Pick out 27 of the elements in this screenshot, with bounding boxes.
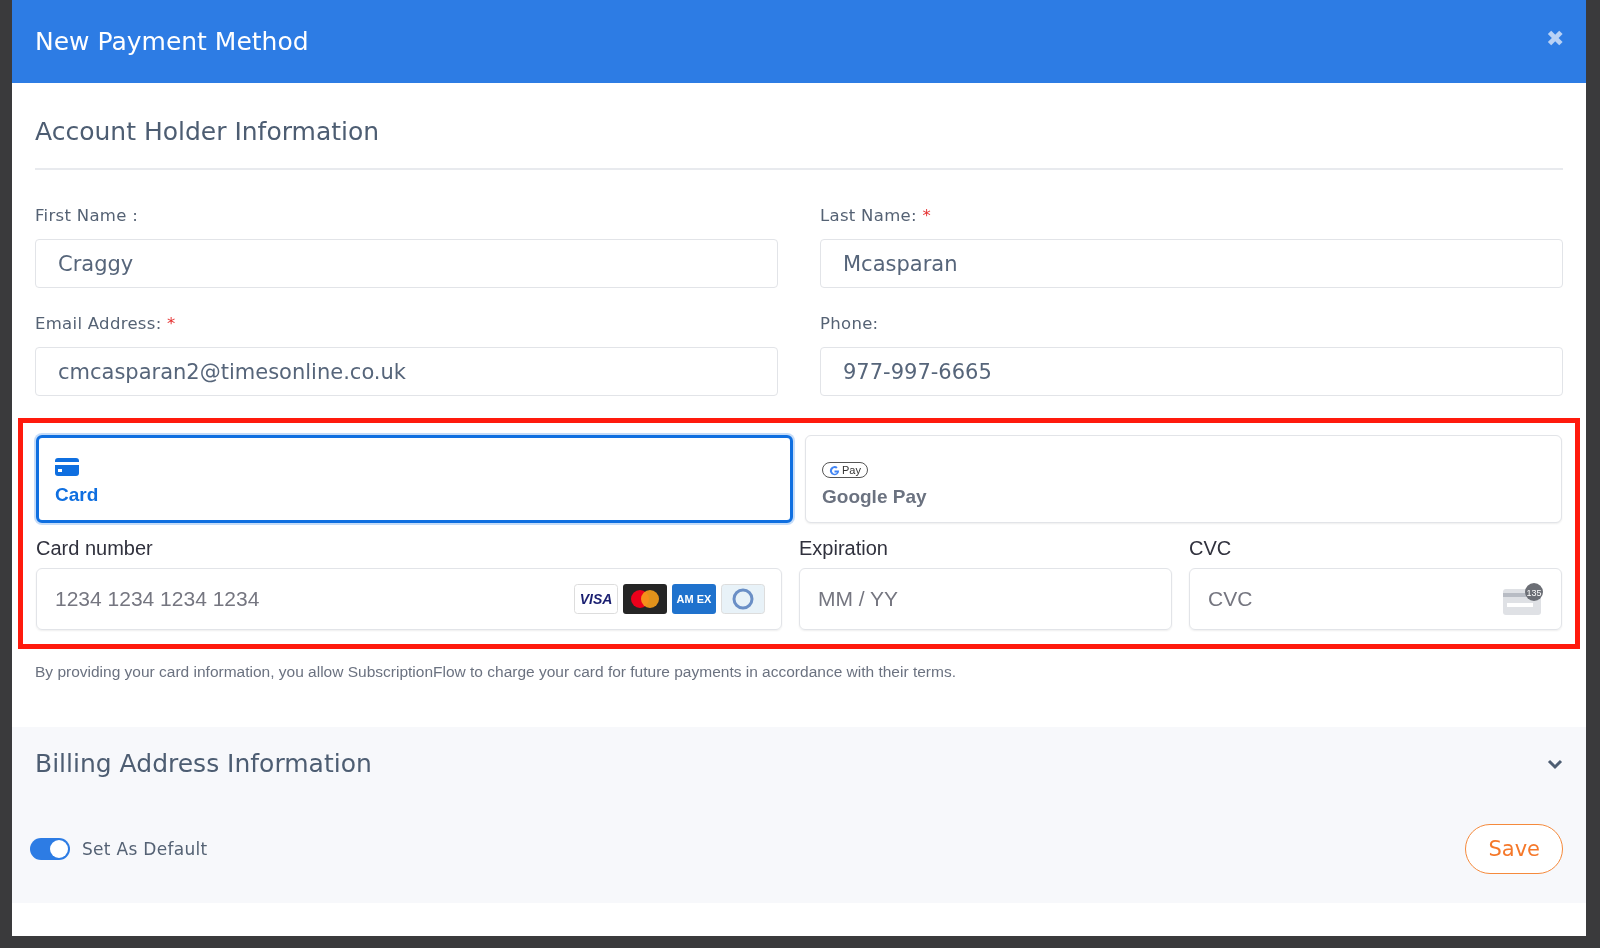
payment-method-tab[interactable]: Card	[36, 435, 793, 523]
diners-logo	[721, 584, 765, 614]
payment-method-tab[interactable]: Pay Google Pay	[805, 435, 1562, 523]
section-title: Account Holder Information	[35, 117, 381, 146]
billing-section-toggle[interactable]: Billing Address Information	[35, 749, 1563, 778]
visa-logo: VISA	[574, 584, 618, 614]
card-number-field[interactable]: 1234 1234 1234 1234 VISA AM EX	[36, 568, 782, 630]
mastercard-logo	[623, 584, 667, 614]
input-field[interactable]: Mcasparan	[820, 239, 1563, 288]
toggle-label: Set As Default	[82, 839, 208, 859]
field-label: CVC	[1189, 537, 1233, 560]
cvc-field[interactable]: CVC 135	[1189, 568, 1562, 630]
card-consent-text: By providing your card information, you allow SubscriptionFlow to charge your card for future payments in accordance with their terms.	[35, 663, 957, 681]
input-field[interactable]: 977-997-6665	[820, 347, 1563, 396]
field-label: Phone:	[820, 314, 880, 333]
field-label: Last Name: *	[820, 206, 932, 225]
default-toggle[interactable]	[30, 838, 70, 860]
input-field[interactable]: Craggy	[35, 239, 778, 288]
input-field[interactable]: cmcasparan2@timesonline.co.uk	[35, 347, 778, 396]
amex-logo: AM EX	[672, 584, 716, 614]
card-icon	[55, 458, 79, 476]
field-label: Card number	[36, 537, 154, 560]
modal-title: New Payment Method	[35, 27, 309, 56]
field-label: Expiration	[799, 537, 889, 560]
expiration-field[interactable]: MM / YY	[799, 568, 1172, 630]
field-label: First Name :	[35, 206, 140, 225]
field-label: Email Address: *	[35, 314, 177, 333]
